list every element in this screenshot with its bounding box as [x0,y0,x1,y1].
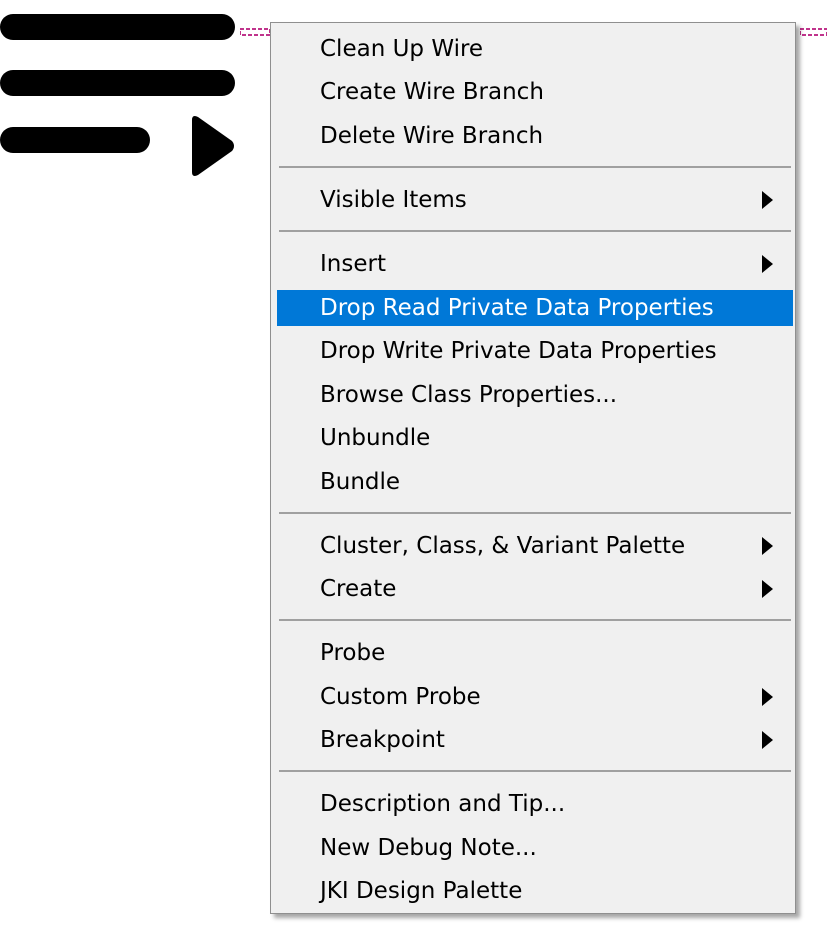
menu-item-probe[interactable]: Probe [277,635,793,671]
menu-item-cluster-class-variant-palette[interactable]: Cluster, Class, & Variant Palette [277,528,793,564]
menu-item-label: Probe [320,640,386,666]
menu-item-label: Drop Write Private Data Properties [320,338,717,364]
menu-separator [279,512,791,514]
menu-item-label: Clean Up Wire [320,36,484,62]
menu-item-label: Create Wire Branch [320,79,544,105]
menu-item-label: New Debug Note... [320,835,537,861]
menu-item-label: JKI Design Palette [320,878,523,904]
menu-item-label: Description and Tip... [320,791,566,817]
menu-item-jki-design-palette[interactable]: JKI Design Palette [277,873,793,909]
submenu-arrow-icon [762,255,773,273]
menu-item-clean-up-wire[interactable]: Clean Up Wire [277,31,793,67]
menu-item-create[interactable]: Create [277,571,793,607]
menu-item-new-debug-note[interactable]: New Debug Note... [277,830,793,866]
menu-item-create-wire-branch[interactable]: Create Wire Branch [277,74,793,110]
menu-item-label: Bundle [320,469,401,495]
menu-item-browse-class-properties[interactable]: Browse Class Properties... [277,377,793,413]
menu-item-insert[interactable]: Insert [277,246,793,282]
menu-item-label: Insert [320,251,386,277]
menu-line-icon [0,127,150,153]
menu-item-label: Custom Probe [320,684,481,710]
menu-item-drop-read-private-data-properties[interactable]: Drop Read Private Data Properties [277,290,793,326]
menu-item-label: Create [320,576,397,602]
menu-item-custom-probe[interactable]: Custom Probe [277,679,793,715]
menu-item-drop-write-private-data-properties[interactable]: Drop Write Private Data Properties [277,333,793,369]
menu-separator [279,166,791,168]
menu-item-description-and-tip[interactable]: Description and Tip... [277,786,793,822]
menu-separator [279,770,791,772]
menu-item-bundle[interactable]: Bundle [277,464,793,500]
menu-item-label: Breakpoint [320,727,445,753]
submenu-arrow-icon [762,191,773,209]
menu-item-label: Visible Items [320,187,467,213]
menu-item-breakpoint[interactable]: Breakpoint [277,722,793,758]
hamburger-run-icon[interactable] [0,10,240,176]
menu-item-label: Browse Class Properties... [320,382,618,408]
menu-item-delete-wire-branch[interactable]: Delete Wire Branch [277,118,793,154]
submenu-arrow-icon [762,537,773,555]
context-menu: Clean Up Wire Create Wire Branch Delete … [270,22,796,914]
submenu-arrow-icon [762,731,773,749]
menu-item-label: Delete Wire Branch [320,123,544,149]
wire-segment[interactable] [240,28,270,36]
menu-item-label: Unbundle [320,425,431,451]
submenu-arrow-icon [762,580,773,598]
wire-segment[interactable] [800,28,827,36]
submenu-arrow-icon [762,688,773,706]
menu-item-label: Drop Read Private Data Properties [320,295,714,321]
menu-item-visible-items[interactable]: Visible Items [277,182,793,218]
menu-separator [279,230,791,232]
menu-line-icon [0,70,235,96]
menu-item-unbundle[interactable]: Unbundle [277,420,793,456]
menu-separator [279,619,791,621]
menu-item-label: Cluster, Class, & Variant Palette [320,533,686,559]
play-arrow-icon [192,116,234,176]
menu-line-icon [0,14,235,40]
